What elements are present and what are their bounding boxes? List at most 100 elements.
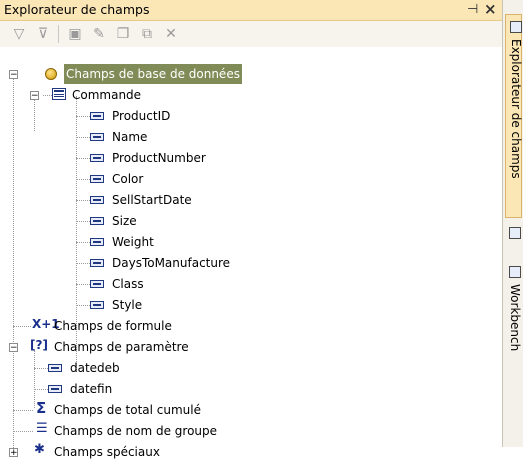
tree-node-label: Champs de paramètre — [54, 340, 189, 354]
tree-node-label: ProductNumber — [112, 151, 206, 165]
tree-node-field[interactable]: Color — [110, 169, 145, 189]
tree-node-label: datefin — [70, 382, 113, 396]
tree-node-field[interactable]: Class — [110, 274, 146, 294]
field-icon — [90, 175, 104, 183]
tree-line — [76, 263, 90, 264]
tree-line — [43, 95, 52, 96]
tree-line — [76, 137, 90, 138]
tree-line — [76, 305, 90, 306]
tree-node-field[interactable]: Name — [110, 127, 149, 147]
tree-node-label: Champs spéciaux — [54, 445, 160, 459]
tree-node-label: Style — [112, 298, 143, 312]
tree-node-label: SellStartDate — [112, 193, 192, 207]
tree-line — [13, 326, 31, 327]
tree-node-label: Class — [112, 277, 144, 291]
collapse-toggle[interactable]: − — [30, 91, 39, 101]
field-icon — [90, 196, 104, 204]
tree-node-field[interactable]: DaysToManufacture — [110, 253, 232, 273]
tab-label: Workbench — [508, 284, 522, 352]
tree-line — [13, 431, 33, 432]
field-icon — [48, 364, 62, 372]
tree-node-label: Color — [112, 172, 144, 186]
new-icon[interactable]: ▣ — [66, 25, 84, 43]
duplicate-icon[interactable]: ⧉ — [138, 25, 156, 43]
tree-node-label: ProductID — [112, 109, 171, 123]
filter-icon[interactable]: ▽ — [10, 25, 28, 43]
panel-toolbar: ▽ ⊽ ▣ ✎ ❐ ⧉ ✕ — [0, 21, 502, 47]
toolbar-separator — [58, 25, 59, 43]
tree-line — [13, 75, 14, 448]
tree-line — [13, 410, 33, 411]
copy-icon[interactable]: ❐ — [114, 25, 132, 43]
tree-node-formula-fields[interactable]: Champs de formule — [52, 316, 174, 336]
tree-node-field[interactable]: ProductID — [110, 106, 172, 126]
field-icon — [90, 154, 104, 162]
group-icon: ☰ — [36, 421, 48, 436]
tree-line — [34, 368, 48, 369]
tree-node-running-total-fields[interactable]: Champs de total cumulé — [52, 400, 203, 420]
field-icon — [90, 301, 104, 309]
tree-line — [76, 179, 90, 180]
tree-node-special-fields[interactable]: Champs spéciaux — [52, 442, 162, 462]
tree-node-label: DaysToManufacture — [112, 256, 231, 270]
tree-node-label: Commande — [72, 88, 142, 102]
tree-node-command[interactable]: Commande — [70, 85, 143, 105]
field-icon — [90, 238, 104, 246]
tree-node-label: Weight — [112, 235, 154, 249]
field-icon — [90, 133, 104, 141]
tree-node-database-fields[interactable]: Champs de base de données — [64, 64, 242, 84]
tree-line — [76, 284, 90, 285]
tree-node-label: Size — [112, 214, 137, 228]
tab-secondary[interactable] — [505, 222, 522, 244]
special-fields-icon: ✱ — [34, 442, 45, 457]
expand-toggle[interactable]: + — [9, 448, 18, 458]
tree-node-field[interactable]: Style — [110, 295, 144, 315]
tab-field-explorer[interactable]: Explorateur de champs — [505, 14, 523, 218]
tree-node-group-name-fields[interactable]: Champs de nom de groupe — [52, 421, 219, 441]
tree-line — [34, 389, 48, 390]
panel-tab-icon — [509, 227, 521, 239]
tab-workbench[interactable]: Workbench — [505, 262, 522, 367]
tree-node-label: datedeb — [70, 361, 120, 375]
close-icon[interactable]: × — [484, 0, 497, 18]
field-explorer-panel: Explorateur de champs ⊣ × ▽ ⊽ ▣ ✎ ❐ ⧉ ✕ … — [0, 0, 502, 459]
tree-node-parameter-fields[interactable]: Champs de paramètre — [52, 337, 191, 357]
tree-node-field[interactable]: ProductNumber — [110, 148, 208, 168]
tree-node-label: Champs de formule — [54, 319, 172, 333]
tree-node-field[interactable]: Weight — [110, 232, 156, 252]
tree-line — [76, 158, 90, 159]
collapse-toggle[interactable]: − — [9, 70, 18, 80]
tree-node-parameter[interactable]: datefin — [68, 379, 114, 399]
collapse-toggle[interactable]: − — [9, 343, 18, 353]
tree-node-field[interactable]: Size — [110, 211, 139, 231]
field-icon — [90, 280, 104, 288]
tree-line — [76, 242, 90, 243]
workbench-tab-icon — [509, 266, 521, 278]
field-tree: − Champs de base de données − Commande P… — [0, 58, 502, 459]
side-tab-bar: Explorateur de champs Workbench — [502, 0, 523, 447]
table-icon — [52, 88, 66, 100]
tree-line — [76, 116, 90, 117]
field-icon — [48, 385, 62, 393]
field-icon — [90, 112, 104, 120]
panel-title: Explorateur de champs — [4, 2, 150, 17]
tree-node-field[interactable]: SellStartDate — [110, 190, 194, 210]
tree-node-parameter[interactable]: datedeb — [68, 358, 122, 378]
sigma-icon: Σ — [36, 399, 47, 417]
field-icon — [90, 259, 104, 267]
edit-icon[interactable]: ✎ — [90, 25, 108, 43]
field-icon — [90, 217, 104, 225]
tree-node-label: Name — [112, 130, 148, 144]
field-explorer-tab-icon — [510, 21, 522, 33]
tree-line — [34, 96, 35, 131]
filter-config-icon[interactable]: ⊽ — [34, 25, 52, 43]
tree-line — [76, 200, 90, 201]
delete-icon[interactable]: ✕ — [162, 25, 180, 43]
tree-node-label: Champs de nom de groupe — [54, 424, 218, 438]
tree-node-label: Champs de total cumulé — [54, 403, 201, 417]
tree-line — [34, 350, 35, 408]
parameter-icon: [?] — [30, 338, 48, 352]
pin-icon[interactable]: ⊣ — [467, 2, 478, 17]
tree-node-label: Champs de base de données — [64, 64, 242, 84]
panel-titlebar: Explorateur de champs ⊣ × — [0, 0, 502, 21]
